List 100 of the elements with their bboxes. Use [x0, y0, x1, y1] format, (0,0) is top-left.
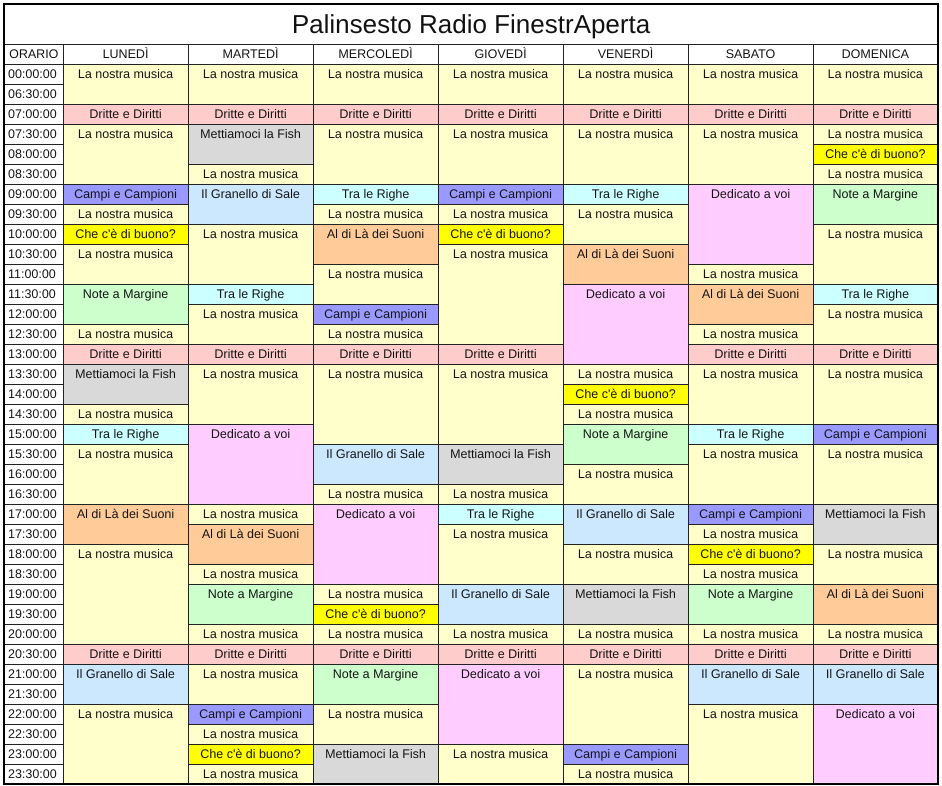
- program-cell: La nostra musica: [563, 664, 688, 744]
- program-cell: La nostra musica: [313, 324, 438, 344]
- program-cell: La nostra musica: [813, 164, 938, 184]
- program-cell: Che c'è di buono?: [688, 544, 813, 564]
- program-cell: La nostra musica: [313, 624, 438, 644]
- time-cell: 12:30:00: [4, 324, 63, 344]
- program-cell: La nostra musica: [188, 224, 313, 284]
- program-cell: Dritte e Diritti: [688, 344, 813, 364]
- program-cell: La nostra musica: [438, 524, 563, 584]
- program-cell: La nostra musica: [813, 224, 938, 284]
- program-cell: La nostra musica: [63, 404, 188, 424]
- program-cell: La nostra musica: [63, 444, 188, 504]
- program-cell: La nostra musica: [438, 244, 563, 344]
- time-cell: 07:00:00: [4, 104, 63, 124]
- program-cell: La nostra musica: [563, 124, 688, 184]
- program-cell: Note a Margine: [313, 664, 438, 704]
- column-header: MARTEDÌ: [188, 44, 313, 64]
- program-cell: Il Granello di Sale: [813, 664, 938, 704]
- program-cell: Campi e Campioni: [563, 744, 688, 764]
- program-cell: La nostra musica: [813, 64, 938, 104]
- time-cell: 21:00:00: [4, 664, 63, 684]
- program-cell: Il Granello di Sale: [438, 584, 563, 624]
- program-cell: Mettiamoci la Fish: [813, 504, 938, 544]
- program-cell: Note a Margine: [63, 284, 188, 324]
- program-cell: La nostra musica: [813, 124, 938, 144]
- program-cell: La nostra musica: [63, 544, 188, 644]
- program-cell: Dritte e Diritti: [313, 344, 438, 364]
- program-cell: La nostra musica: [813, 624, 938, 644]
- program-cell: La nostra musica: [63, 244, 188, 284]
- program-cell: Campi e Campioni: [188, 704, 313, 724]
- program-cell: La nostra musica: [313, 484, 438, 504]
- program-cell: Dritte e Diritti: [563, 644, 688, 664]
- program-cell: La nostra musica: [313, 704, 438, 744]
- program-cell: Note a Margine: [813, 184, 938, 224]
- program-cell: La nostra musica: [688, 264, 813, 284]
- program-cell: La nostra musica: [438, 64, 563, 104]
- time-cell: 13:00:00: [4, 344, 63, 364]
- program-cell: Dritte e Diritti: [188, 344, 313, 364]
- program-cell: Mettiamoci la Fish: [563, 584, 688, 624]
- program-cell: Che c'è di buono?: [438, 224, 563, 244]
- program-cell: Dritte e Diritti: [313, 104, 438, 124]
- program-cell: La nostra musica: [563, 204, 688, 244]
- program-cell: Campi e Campioni: [313, 304, 438, 324]
- program-cell: La nostra musica: [563, 364, 688, 384]
- column-header: VENERDÌ: [563, 44, 688, 64]
- program-cell: La nostra musica: [438, 484, 563, 504]
- time-cell: 18:00:00: [4, 544, 63, 564]
- column-header: GIOVEDÌ: [438, 44, 563, 64]
- program-cell: La nostra musica: [688, 124, 813, 184]
- program-cell: Che c'è di buono?: [63, 224, 188, 244]
- program-cell: Mettiamoci la Fish: [438, 444, 563, 484]
- program-cell: La nostra musica: [563, 544, 688, 584]
- program-cell: Al di Là dei Suoni: [813, 584, 938, 624]
- program-cell: La nostra musica: [438, 204, 563, 224]
- program-cell: Dritte e Diritti: [63, 104, 188, 124]
- program-cell: Dritte e Diritti: [63, 644, 188, 664]
- program-cell: Tra le Righe: [63, 424, 188, 444]
- program-cell: Il Granello di Sale: [313, 444, 438, 484]
- program-cell: La nostra musica: [63, 204, 188, 224]
- program-cell: La nostra musica: [188, 664, 313, 704]
- program-cell: Dedicato a voi: [438, 664, 563, 744]
- time-cell: 22:00:00: [4, 704, 63, 724]
- program-cell: La nostra musica: [313, 364, 438, 444]
- program-cell: Il Granello di Sale: [688, 664, 813, 704]
- program-cell: Il Granello di Sale: [63, 664, 188, 704]
- program-cell: La nostra musica: [188, 764, 313, 784]
- program-cell: Tra le Righe: [813, 284, 938, 304]
- program-cell: Mettiamoci la Fish: [63, 364, 188, 404]
- program-cell: Al di Là dei Suoni: [63, 504, 188, 544]
- program-cell: La nostra musica: [188, 64, 313, 104]
- program-cell: La nostra musica: [563, 764, 688, 784]
- program-cell: Note a Margine: [688, 584, 813, 624]
- program-cell: La nostra musica: [63, 64, 188, 104]
- program-cell: Campi e Campioni: [813, 424, 938, 444]
- program-cell: Al di Là dei Suoni: [188, 524, 313, 564]
- column-header: LUNEDÌ: [63, 44, 188, 64]
- column-header: ORARIO: [4, 44, 63, 64]
- time-cell: 14:30:00: [4, 404, 63, 424]
- program-cell: Tra le Righe: [188, 284, 313, 304]
- time-cell: 17:00:00: [4, 504, 63, 524]
- program-cell: Campi e Campioni: [688, 504, 813, 524]
- program-cell: La nostra musica: [188, 624, 313, 644]
- program-cell: La nostra musica: [688, 564, 813, 584]
- program-cell: La nostra musica: [63, 324, 188, 344]
- time-cell: 10:00:00: [4, 224, 63, 244]
- time-cell: 09:30:00: [4, 204, 63, 224]
- program-cell: La nostra musica: [813, 444, 938, 504]
- time-cell: 09:00:00: [4, 184, 63, 204]
- program-cell: Dedicato a voi: [313, 504, 438, 584]
- program-cell: La nostra musica: [313, 264, 438, 304]
- program-cell: Dritte e Diritti: [438, 104, 563, 124]
- program-cell: Al di Là dei Suoni: [313, 224, 438, 264]
- program-cell: La nostra musica: [188, 304, 313, 344]
- program-cell: Note a Margine: [188, 584, 313, 624]
- program-cell: Dedicato a voi: [688, 184, 813, 264]
- program-cell: Al di Là dei Suoni: [688, 284, 813, 324]
- program-cell: La nostra musica: [563, 64, 688, 104]
- time-cell: 00:00:00: [4, 64, 63, 84]
- program-cell: La nostra musica: [313, 64, 438, 104]
- program-cell: La nostra musica: [438, 624, 563, 644]
